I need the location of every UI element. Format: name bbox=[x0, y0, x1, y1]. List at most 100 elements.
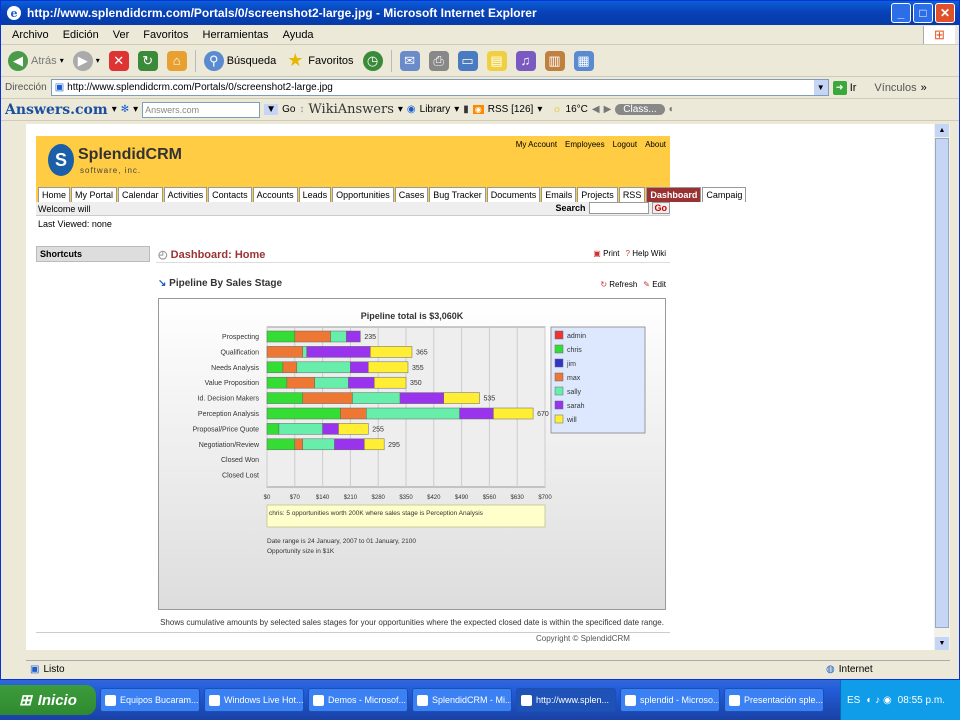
tab-cases[interactable]: Cases bbox=[394, 187, 429, 202]
x-tick-label: $420 bbox=[427, 495, 441, 501]
about-link[interactable]: About bbox=[645, 140, 666, 149]
print-link[interactable]: ▣ Print bbox=[593, 249, 619, 258]
pipeline-chart-svg: Pipeline total is $3,060K $0 $70 $140 $210 $2… bbox=[192, 311, 646, 555]
tab-documents[interactable]: Documents bbox=[486, 187, 541, 202]
library-button[interactable]: Library bbox=[420, 104, 451, 115]
tab-opportunities[interactable]: Opportunities bbox=[332, 187, 394, 202]
search-button[interactable]: ⚲ Búsqueda bbox=[201, 48, 280, 74]
refresh-link[interactable]: ↻ Refresh bbox=[600, 280, 637, 289]
shortcuts-panel[interactable]: Shortcuts bbox=[36, 246, 150, 262]
favorites-button[interactable]: ★ Favoritos bbox=[282, 48, 356, 74]
menu-edicion[interactable]: Edición bbox=[56, 29, 106, 41]
refresh-button[interactable]: ↻ bbox=[135, 48, 161, 74]
wikianswers-logo[interactable]: WikiAnswers bbox=[308, 102, 393, 117]
history-button[interactable]: ◷ bbox=[360, 48, 386, 74]
close-button[interactable]: ✕ bbox=[935, 3, 955, 23]
dropdown-icon[interactable]: ▾ bbox=[112, 104, 117, 115]
tab-dashboard[interactable]: Dashboard bbox=[646, 187, 702, 202]
search-input[interactable] bbox=[588, 202, 649, 214]
home-button[interactable]: ⌂ bbox=[164, 48, 190, 74]
dropdown-icon[interactable]: ▾ bbox=[133, 104, 138, 115]
zone-text: Internet bbox=[838, 664, 873, 675]
taskbar-item[interactable]: http://www.splen... bbox=[516, 688, 616, 712]
tab-bug-tracker[interactable]: Bug Tracker bbox=[429, 187, 486, 202]
menu-herramientas[interactable]: Herramientas bbox=[196, 29, 276, 41]
app-icon bbox=[521, 694, 532, 706]
tab-activities[interactable]: Activities bbox=[163, 187, 208, 202]
links-chevron-icon[interactable]: » bbox=[921, 82, 927, 94]
bar-segment bbox=[294, 330, 331, 343]
employees-link[interactable]: Employees bbox=[565, 140, 605, 149]
dropdown-icon[interactable]: ▾ bbox=[398, 104, 403, 115]
start-button[interactable]: ⊞ Inicio bbox=[0, 685, 96, 715]
research-button[interactable]: ▥ bbox=[542, 48, 568, 74]
tools-button[interactable]: ▦ bbox=[571, 48, 597, 74]
notes-button[interactable]: ▤ bbox=[484, 48, 510, 74]
windows-logo-icon: ⊞ bbox=[923, 26, 955, 44]
language-indicator[interactable]: ES bbox=[847, 695, 860, 706]
taskbar-item[interactable]: splendid - Microso... bbox=[620, 688, 720, 712]
forward-button[interactable]: ▶ ▾ bbox=[70, 48, 103, 74]
answers-dropdown-icon[interactable]: ▼ bbox=[264, 104, 279, 115]
tab-campaig[interactable]: Campaig bbox=[702, 187, 747, 202]
my-account-link[interactable]: My Account bbox=[516, 140, 557, 149]
mail-button[interactable]: ✉ bbox=[397, 48, 423, 74]
tab-leads[interactable]: Leads bbox=[298, 187, 332, 202]
answers-search-input[interactable]: Answers.com bbox=[142, 101, 261, 118]
answers-go-button[interactable]: Go bbox=[282, 104, 295, 115]
x-tick-label: $630 bbox=[511, 495, 525, 501]
messenger-button[interactable]: ♫ bbox=[513, 48, 539, 74]
maximize-button[interactable]: □ bbox=[913, 3, 933, 23]
address-dropdown-icon[interactable]: ▼ bbox=[813, 80, 828, 95]
dropdown-icon[interactable]: ▾ bbox=[537, 104, 542, 115]
tray-icons[interactable]: ◐ ♪ ◉ bbox=[866, 695, 891, 706]
tab-my-portal[interactable]: My Portal bbox=[71, 187, 118, 202]
clock[interactable]: 08:55 p.m. bbox=[898, 695, 945, 706]
dashboard-icon: ◴ bbox=[158, 249, 168, 261]
media-play-icon[interactable]: ▶ bbox=[604, 104, 612, 115]
scroll-thumb[interactable] bbox=[935, 138, 949, 628]
taskbar-item[interactable]: Equipos Bucaram... bbox=[100, 688, 200, 712]
stop-button[interactable]: ✕ bbox=[106, 48, 132, 74]
menu-favoritos[interactable]: Favoritos bbox=[136, 29, 195, 41]
volume-icon[interactable]: ◐ bbox=[669, 104, 675, 115]
tab-contacts[interactable]: Contacts bbox=[208, 187, 252, 202]
rss-button[interactable]: RSS [126] bbox=[488, 104, 534, 115]
taskbar-item[interactable]: Windows Live Hot... bbox=[204, 688, 304, 712]
help-link[interactable]: ? Help Wiki bbox=[626, 249, 666, 258]
address-input[interactable]: ▣ http://www.splendidcrm.com/Portals/0/s… bbox=[50, 79, 829, 96]
minimize-button[interactable]: _ bbox=[891, 3, 911, 23]
scroll-down-icon[interactable]: ▼ bbox=[935, 637, 949, 650]
back-button[interactable]: ◀ Atrás ▾ bbox=[5, 48, 67, 74]
app-icon bbox=[105, 694, 116, 706]
vertical-scrollbar[interactable]: ▲ ▼ bbox=[934, 124, 950, 650]
search-go-button[interactable]: Go bbox=[651, 202, 670, 214]
dropdown-icon[interactable]: ▾ bbox=[454, 104, 459, 115]
tab-projects[interactable]: Projects bbox=[577, 187, 618, 202]
tab-calendar[interactable]: Calendar bbox=[118, 187, 163, 202]
temperature[interactable]: 16°C bbox=[566, 104, 588, 115]
menu-ver[interactable]: Ver bbox=[106, 29, 137, 41]
print-button[interactable]: ⎙ bbox=[426, 48, 452, 74]
go-arrow-icon: ➜ bbox=[832, 80, 847, 95]
menu-archivo[interactable]: Archivo bbox=[5, 29, 56, 41]
media-back-icon[interactable]: ◀ bbox=[592, 104, 600, 115]
tab-home[interactable]: Home bbox=[38, 187, 71, 202]
edit-button[interactable]: ▭ bbox=[455, 48, 481, 74]
tools-icon: ▦ bbox=[573, 50, 594, 71]
edit-link[interactable]: ✎ Edit bbox=[643, 280, 666, 289]
taskbar-item[interactable]: Presentación sple... bbox=[724, 688, 824, 712]
logout-link[interactable]: Logout bbox=[613, 140, 637, 149]
taskbar-item[interactable]: SplendidCRM - Mi... bbox=[412, 688, 512, 712]
tab-accounts[interactable]: Accounts bbox=[252, 187, 298, 202]
legend-label: max bbox=[567, 375, 581, 382]
links-label[interactable]: Vínculos bbox=[874, 82, 916, 94]
tab-emails[interactable]: Emails bbox=[541, 187, 577, 202]
go-button[interactable]: ➜ Ir bbox=[832, 80, 856, 95]
menu-ayuda[interactable]: Ayuda bbox=[276, 29, 321, 41]
scroll-up-icon[interactable]: ▲ bbox=[935, 124, 949, 137]
tab-rss[interactable]: RSS bbox=[618, 187, 646, 202]
x-tick-label: $280 bbox=[372, 495, 386, 501]
class-dropdown[interactable]: Class... bbox=[615, 104, 665, 115]
taskbar-item[interactable]: Demos - Microsof... bbox=[308, 688, 408, 712]
